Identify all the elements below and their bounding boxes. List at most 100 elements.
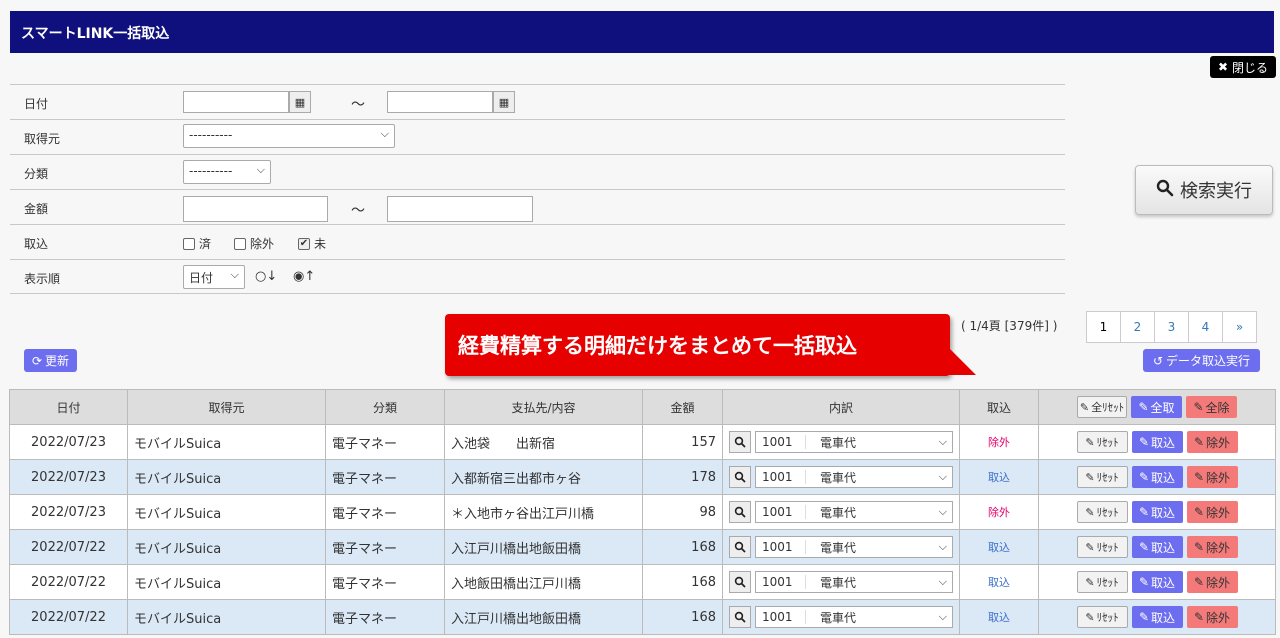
col-breakdown[interactable]: 内訳 bbox=[722, 389, 960, 425]
search-icon[interactable] bbox=[729, 536, 751, 558]
row-take-button[interactable]: ✎ 取込 bbox=[1131, 571, 1183, 593]
chevron-down-icon: ⌵ bbox=[256, 163, 265, 176]
page-3[interactable]: 3 bbox=[1154, 311, 1189, 343]
row-take-button[interactable]: ✎ 取込 bbox=[1131, 431, 1183, 453]
row-date: 2022/07/22 bbox=[9, 529, 128, 565]
col-category[interactable]: 分類 bbox=[325, 389, 445, 425]
search-icon[interactable] bbox=[729, 571, 751, 593]
source-row: 取得元 ---------- ⌵ bbox=[10, 119, 1065, 154]
row-source: モバイルSuica bbox=[127, 599, 326, 635]
close-button[interactable]: ✖ 閉じる bbox=[1210, 56, 1276, 78]
table-row: 2022/07/22 モバイルSuica 電子マネー 入江戸川橋出地飯田橋 168 100… bbox=[9, 599, 1276, 635]
page-2[interactable]: 2 bbox=[1120, 311, 1155, 343]
date-to-input[interactable] bbox=[387, 91, 493, 113]
col-import[interactable]: 取込 bbox=[959, 389, 1039, 425]
data-import-button[interactable]: ↺ データ取込実行 bbox=[1143, 349, 1260, 372]
row-take-button[interactable]: ✎ 取込 bbox=[1131, 606, 1183, 628]
order-field-value: 日付 bbox=[189, 271, 214, 285]
col-date[interactable]: 日付 bbox=[9, 389, 128, 425]
date-from-input[interactable] bbox=[183, 91, 289, 113]
category-select[interactable]: ---------- ⌵ bbox=[183, 160, 271, 184]
row-exclude-button[interactable]: ✎ 除外 bbox=[1186, 536, 1238, 558]
amount-to-input[interactable] bbox=[387, 196, 533, 222]
row-reset-button[interactable]: ✎ ﾘｾｯﾄ bbox=[1076, 571, 1128, 593]
undo-icon: ↺ bbox=[1152, 353, 1164, 368]
breakdown-item: 電車代 bbox=[820, 540, 857, 555]
row-exclude-button[interactable]: ✎ 除外 bbox=[1186, 606, 1238, 628]
row-reset-button[interactable]: ✎ ﾘｾｯﾄ bbox=[1076, 501, 1128, 523]
breakdown-select[interactable]: 1001 電車代 ⌵ bbox=[755, 536, 953, 558]
table-row: 2022/07/23 モバイルSuica 電子マネー ＊入地市ヶ谷出江戸川橋 98 100… bbox=[9, 494, 1276, 530]
refresh-button[interactable]: ⟳ 更新 bbox=[24, 349, 77, 372]
import-done-checkbox[interactable]: 済 bbox=[183, 235, 211, 252]
row-category: 電子マネー bbox=[325, 494, 445, 530]
row-date: 2022/07/23 bbox=[9, 494, 128, 530]
breakdown-select[interactable]: 1001 電車代 ⌵ bbox=[755, 606, 953, 628]
row-category: 電子マネー bbox=[325, 424, 445, 460]
row-take-button[interactable]: ✎ 取込 bbox=[1131, 466, 1183, 488]
row-take-label: 取込 bbox=[1151, 575, 1176, 590]
search-icon[interactable] bbox=[729, 431, 751, 453]
row-exclude-button[interactable]: ✎ 除外 bbox=[1186, 571, 1238, 593]
search-icon[interactable] bbox=[729, 606, 751, 628]
search-button[interactable]: 検索実行 bbox=[1135, 165, 1273, 215]
breakdown-select[interactable]: 1001 電車代 ⌵ bbox=[755, 501, 953, 523]
import-pending-checkbox[interactable]: ✔ 未 bbox=[298, 235, 326, 252]
row-take-button[interactable]: ✎ 取込 bbox=[1131, 536, 1183, 558]
search-icon[interactable] bbox=[729, 466, 751, 488]
row-payee: 入池袋 出新宿 bbox=[444, 424, 643, 460]
row-category: 電子マネー bbox=[325, 564, 445, 600]
row-exclude-button[interactable]: ✎ 除外 bbox=[1186, 431, 1238, 453]
chevron-down-icon: ⌵ bbox=[938, 435, 947, 448]
row-payee: ＊入地市ヶ谷出江戸川橋 bbox=[444, 494, 643, 530]
amount-row: 金額 ～ bbox=[10, 189, 1065, 224]
exclude-all-button[interactable]: ✎ 全除 bbox=[1186, 396, 1237, 418]
reset-all-button[interactable]: ✎ 全ﾘｾｯﾄ bbox=[1077, 396, 1127, 418]
edit-icon: ✎ bbox=[1085, 540, 1095, 554]
page-1[interactable]: 1 bbox=[1086, 311, 1121, 343]
breakdown-select[interactable]: 1001 電車代 ⌵ bbox=[755, 571, 953, 593]
order-field-select[interactable]: 日付 ⌵ bbox=[183, 265, 245, 289]
reset-all-label: 全ﾘｾｯﾄ bbox=[1091, 401, 1125, 414]
search-icon[interactable] bbox=[729, 501, 751, 523]
import-excluded-checkbox[interactable]: 除外 bbox=[234, 235, 274, 252]
category-label: 分類 bbox=[24, 167, 49, 181]
page-4[interactable]: 4 bbox=[1188, 311, 1223, 343]
import-excluded-label: 除外 bbox=[250, 237, 275, 251]
row-reset-button[interactable]: ✎ ﾘｾｯﾄ bbox=[1076, 431, 1128, 453]
table-row: 2022/07/23 モバイルSuica 電子マネー 入池袋 出新宿 157 1001 電車… bbox=[9, 424, 1276, 460]
calendar-icon[interactable]: ▦ bbox=[289, 91, 311, 113]
row-reset-button[interactable]: ✎ ﾘｾｯﾄ bbox=[1076, 466, 1128, 488]
col-payee[interactable]: 支払先/内容 bbox=[444, 389, 643, 425]
row-reset-label: ﾘｾｯﾄ bbox=[1096, 541, 1119, 554]
breakdown-select[interactable]: 1001 電車代 ⌵ bbox=[755, 431, 953, 453]
row-amount: 98 bbox=[642, 494, 723, 530]
order-asc-radio[interactable]: ◉↑ bbox=[293, 269, 315, 284]
row-exclude-button[interactable]: ✎ 除外 bbox=[1186, 466, 1238, 488]
row-reset-button[interactable]: ✎ ﾘｾｯﾄ bbox=[1076, 536, 1128, 558]
edit-icon: ✎ bbox=[1138, 435, 1150, 449]
page-next[interactable]: » bbox=[1222, 311, 1257, 343]
date-range-separator: ～ bbox=[351, 97, 365, 113]
table-row: 2022/07/23 モバイルSuica 電子マネー 入都新宿三出都市ヶ谷 178 100… bbox=[9, 459, 1276, 495]
row-source: モバイルSuica bbox=[127, 494, 326, 530]
row-exclude-label: 除外 bbox=[1206, 610, 1231, 625]
take-all-button[interactable]: ✎ 全取 bbox=[1131, 396, 1182, 418]
row-date: 2022/07/23 bbox=[9, 424, 128, 460]
amount-from-input[interactable] bbox=[183, 196, 328, 222]
chevron-down-icon: ⌵ bbox=[230, 268, 239, 281]
col-source[interactable]: 取得元 bbox=[127, 389, 326, 425]
source-select[interactable]: ---------- ⌵ bbox=[183, 124, 395, 148]
row-category: 電子マネー bbox=[325, 529, 445, 565]
breakdown-select[interactable]: 1001 電車代 ⌵ bbox=[755, 466, 953, 488]
row-reset-button[interactable]: ✎ ﾘｾｯﾄ bbox=[1076, 606, 1128, 628]
row-take-button[interactable]: ✎ 取込 bbox=[1131, 501, 1183, 523]
row-exclude-button[interactable]: ✎ 除外 bbox=[1186, 501, 1238, 523]
col-amount[interactable]: 金額 bbox=[642, 389, 723, 425]
order-desc-radio[interactable]: ○↓ bbox=[255, 269, 277, 284]
checkbox-icon bbox=[234, 237, 246, 250]
edit-icon: ✎ bbox=[1193, 575, 1205, 589]
row-payee: 入都新宿三出都市ヶ谷 bbox=[444, 459, 643, 495]
calendar-icon[interactable]: ▦ bbox=[493, 91, 515, 113]
chevron-down-icon: ⌵ bbox=[938, 470, 947, 483]
